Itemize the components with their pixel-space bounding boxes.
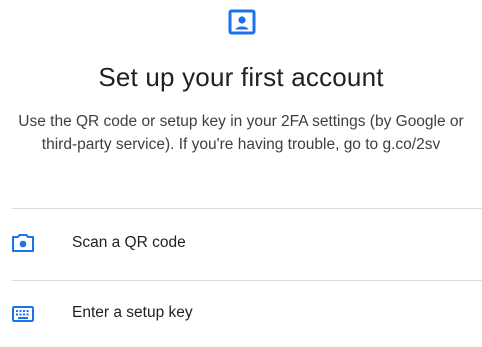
page-description: Use the QR code or setup key in your 2FA… xyxy=(18,113,464,153)
camera-icon xyxy=(12,234,34,252)
divider xyxy=(12,208,482,209)
scan-qr-code-label: Scan a QR code xyxy=(72,234,186,251)
keyboard-icon xyxy=(12,306,34,322)
scan-qr-code-option[interactable]: Scan a QR code xyxy=(0,214,482,274)
enter-setup-key-option[interactable]: Enter a setup key xyxy=(0,286,482,346)
page-title: Set up your first account xyxy=(98,62,384,92)
enter-setup-key-label: Enter a setup key xyxy=(72,304,193,321)
divider xyxy=(12,280,482,281)
account-box-icon xyxy=(228,9,256,35)
